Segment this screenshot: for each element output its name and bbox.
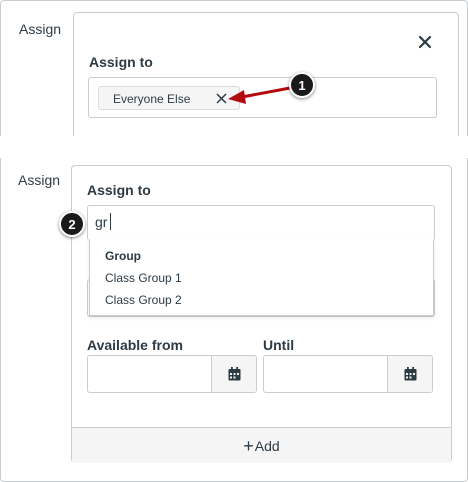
text-caret [110, 213, 111, 230]
annotation-arrow [228, 86, 291, 104]
callout-badge-1: 1 [289, 72, 315, 98]
add-label: Add [254, 437, 280, 454]
search-typed-text: gr [95, 214, 108, 230]
close-icon[interactable] [418, 35, 432, 49]
until-calendar-button[interactable] [387, 356, 432, 392]
available-from-input[interactable] [87, 355, 257, 393]
calendar-icon [404, 367, 416, 381]
assignee-chip-label: Everyone Else [113, 92, 191, 106]
dropdown-group-heading: Group [105, 249, 141, 263]
dropdown-option[interactable]: Class Group 1 [105, 271, 182, 285]
callout-badge-2: 2 [59, 211, 85, 237]
assign-to-label: Assign to [89, 54, 153, 70]
dropdown-option[interactable]: Class Group 2 [105, 293, 182, 307]
assignee-chip: Everyone Else [98, 86, 240, 110]
available-from-calendar-button[interactable] [211, 356, 256, 392]
assign-side-label: Assign [19, 21, 62, 37]
until-input[interactable] [263, 355, 433, 393]
panel-separator [0, 136, 468, 158]
assign-to-search-input[interactable] [87, 205, 435, 241]
assign-to-label-2: Assign to [87, 182, 151, 198]
plus-icon: + [243, 435, 254, 456]
assign-side-label-2: Assign [18, 172, 61, 188]
add-assignment-button[interactable]: + Add [72, 427, 451, 463]
available-from-label: Available from [87, 337, 183, 353]
calendar-icon [228, 367, 240, 381]
until-label: Until [263, 337, 295, 353]
assign-suggestions-dropdown: Group Class Group 1 Class Group 2 [89, 240, 434, 316]
